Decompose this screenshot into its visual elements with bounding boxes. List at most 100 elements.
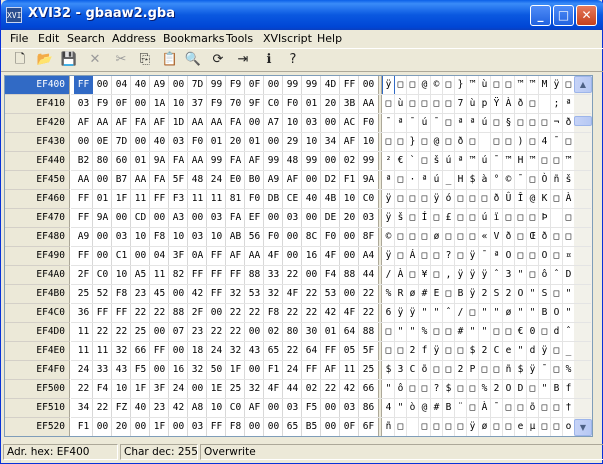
hex-byte-cell[interactable]: 40 xyxy=(131,399,150,417)
char-cell[interactable]: ‚ xyxy=(443,266,454,284)
row-address[interactable]: EF520 xyxy=(5,418,70,436)
hex-byte-cell[interactable]: FA xyxy=(226,114,245,132)
close-button[interactable]: ✕ xyxy=(576,5,597,26)
hex-byte-cell[interactable]: 00 xyxy=(264,209,283,227)
char-cell[interactable]: B xyxy=(539,304,550,322)
hex-byte-cell[interactable]: AF xyxy=(74,114,93,132)
hex-byte-cell[interactable]: 81 xyxy=(226,190,245,208)
hex-byte-cell[interactable]: F8 xyxy=(150,228,169,246)
char-cell[interactable]: ÿ xyxy=(431,342,442,360)
char-cell[interactable]: □ xyxy=(491,323,502,341)
char-cell[interactable]: □ xyxy=(443,228,454,246)
hex-byte-cell[interactable]: 88 xyxy=(340,266,359,284)
hex-byte-cell[interactable]: CD xyxy=(131,209,150,227)
hex-byte-cell[interactable]: 10 xyxy=(131,228,150,246)
char-cell[interactable]: □ xyxy=(419,380,430,398)
char-cell[interactable]: H xyxy=(515,152,526,170)
hex-byte-cell[interactable]: A9 xyxy=(264,171,283,189)
hex-byte-cell[interactable]: F8 xyxy=(264,304,283,322)
hex-byte-cell[interactable]: 10 xyxy=(169,95,188,113)
hex-byte-cell[interactable]: FA xyxy=(226,209,245,227)
hex-byte-cell[interactable]: 01 xyxy=(302,95,321,113)
char-cell[interactable]: ¯ xyxy=(383,114,394,132)
hex-byte-cell[interactable]: 11 xyxy=(93,342,112,360)
hex-byte-cell[interactable]: 0F xyxy=(112,95,131,113)
char-cell[interactable]: E xyxy=(431,285,442,303)
char-cell[interactable]: e xyxy=(515,418,526,436)
hex-byte-cell[interactable]: 00 xyxy=(321,418,340,436)
hex-byte-cell[interactable]: 25 xyxy=(131,323,150,341)
char-cell[interactable]: 2 xyxy=(479,342,490,360)
char-cell[interactable]: ú xyxy=(479,114,490,132)
hex-byte-cell[interactable]: A7 xyxy=(264,114,283,132)
char-cell[interactable]: □ xyxy=(431,209,442,227)
hex-byte-cell[interactable]: 0F xyxy=(245,76,264,94)
hex-byte-cell[interactable]: 00 xyxy=(245,418,264,436)
hex-byte-cell[interactable]: F5 xyxy=(131,361,150,379)
char-cell[interactable]: ò xyxy=(407,399,418,417)
char-cell[interactable]: □ xyxy=(443,133,454,151)
hex-byte-cell[interactable]: 53 xyxy=(245,285,264,303)
menu-help[interactable]: Help xyxy=(317,32,342,45)
hex-byte-cell[interactable]: A9 xyxy=(74,228,93,246)
hex-byte-cell[interactable]: 70 xyxy=(226,95,245,113)
char-cell[interactable]: Œ xyxy=(527,228,538,246)
char-cell[interactable]: ÿ xyxy=(467,247,478,265)
row-address[interactable]: EF4C0 xyxy=(5,304,70,323)
char-cell[interactable]: □ xyxy=(395,171,406,189)
hex-byte-cell[interactable]: 52 xyxy=(93,285,112,303)
char-cell[interactable]: # xyxy=(455,323,466,341)
hex-byte-cell[interactable]: FF xyxy=(150,190,169,208)
char-cell[interactable]: ` xyxy=(407,152,418,170)
hex-byte-cell[interactable]: 00 xyxy=(245,361,264,379)
char-cell[interactable]: □ xyxy=(539,152,550,170)
hex-byte-cell[interactable]: 00 xyxy=(283,228,302,246)
menu-xviscript[interactable]: XVIscript xyxy=(263,32,312,45)
hex-byte-cell[interactable]: 00 xyxy=(169,76,188,94)
hex-byte-cell[interactable]: 43 xyxy=(245,342,264,360)
hex-byte-cell[interactable]: 00 xyxy=(340,228,359,246)
row-address[interactable]: EF4D0 xyxy=(5,323,70,342)
char-cell[interactable]: 2 xyxy=(455,361,466,379)
char-cell[interactable]: □ xyxy=(515,114,526,132)
char-cell[interactable]: □ xyxy=(491,133,502,151)
hex-byte-cell[interactable]: 00 xyxy=(169,285,188,303)
hex-byte-cell[interactable]: 18 xyxy=(188,342,207,360)
char-cell[interactable]: ª xyxy=(383,171,394,189)
char-cell[interactable]: □ xyxy=(383,95,394,113)
char-cell[interactable]: ª xyxy=(563,95,574,113)
hex-byte-cell[interactable]: FF xyxy=(207,247,226,265)
hex-byte-cell[interactable]: 00 xyxy=(245,114,264,132)
hex-byte-cell[interactable]: 36 xyxy=(74,304,93,322)
char-cell[interactable]: † xyxy=(563,399,574,417)
char-cell[interactable]: □ xyxy=(407,76,418,94)
hex-byte-cell[interactable]: FA xyxy=(150,171,169,189)
char-cell[interactable]: □ xyxy=(515,247,526,265)
hex-byte-cell[interactable]: 22 xyxy=(131,304,150,322)
char-cell[interactable]: □ xyxy=(503,323,514,341)
hex-byte-cell[interactable]: 32 xyxy=(245,380,264,398)
char-cell[interactable]: □ xyxy=(455,209,466,227)
hex-byte-cell[interactable]: 66 xyxy=(131,342,150,360)
char-cell[interactable]: □ xyxy=(503,399,514,417)
info-icon[interactable]: ℹ xyxy=(259,51,279,69)
char-cell[interactable]: ² xyxy=(383,152,394,170)
char-cell[interactable]: □ xyxy=(551,342,562,360)
hex-byte-cell[interactable]: FF xyxy=(321,342,340,360)
char-cell[interactable]: ¤ xyxy=(563,247,574,265)
hex-byte-cell[interactable]: 05 xyxy=(340,342,359,360)
char-cell[interactable]: Ÿ xyxy=(491,95,502,113)
row-address[interactable]: EF450 xyxy=(5,171,70,190)
hex-byte-cell[interactable]: 44 xyxy=(359,266,378,284)
hex-byte-cell[interactable]: 22 xyxy=(283,266,302,284)
row-address[interactable]: EF4B0 xyxy=(5,285,70,304)
hex-byte-cell[interactable]: 1A xyxy=(150,95,169,113)
char-cell[interactable]: # xyxy=(431,399,442,417)
hex-byte-cell[interactable]: 3F xyxy=(169,247,188,265)
char-cell[interactable] xyxy=(407,418,418,436)
hex-byte-cell[interactable]: 22 xyxy=(359,304,378,322)
hex-byte-cell[interactable]: 32 xyxy=(112,342,131,360)
help-cursor-icon[interactable]: ? xyxy=(283,51,303,69)
hex-byte-cell[interactable]: 00 xyxy=(93,418,112,436)
hex-byte-cell[interactable]: 10 xyxy=(112,266,131,284)
